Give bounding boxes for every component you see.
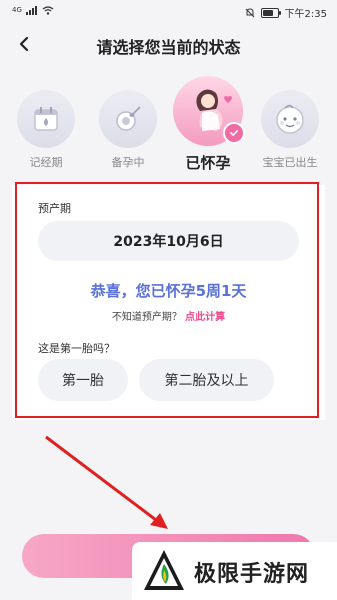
stage-pregnant[interactable]: 已怀孕	[170, 74, 246, 173]
stage-born[interactable]: 宝宝已出生	[252, 74, 328, 170]
due-date-field[interactable]: 2023年10月6日	[38, 221, 299, 261]
option-first-child[interactable]: 第一胎	[38, 359, 128, 401]
sperm-egg-icon	[116, 106, 141, 131]
due-date-label: 预产期	[38, 202, 71, 215]
stage-selector: 记经期 备孕中 已怀孕 宝宝已出生	[0, 74, 337, 174]
wifi-icon	[42, 6, 54, 15]
stage-period-circle	[17, 90, 75, 148]
page-title: 请选择您当前的状态	[96, 38, 241, 57]
congrats-message: 恭喜，您已怀孕5周1天	[90, 282, 247, 300]
signal-label: 4G	[12, 6, 22, 14]
header: 请选择您当前的状态	[0, 28, 337, 62]
stage-born-label: 宝宝已出生	[262, 156, 318, 169]
due-date-hint: 不知道预产期？	[111, 312, 182, 323]
mute-bell-icon	[245, 7, 254, 17]
stage-preparing-label: 备孕中	[111, 156, 145, 169]
stage-born-circle	[261, 90, 319, 148]
calculate-link[interactable]: 点此计算	[185, 312, 225, 323]
selected-check-icon	[223, 122, 245, 144]
baby-face-icon	[276, 104, 304, 134]
stage-period-label: 记经期	[29, 156, 63, 169]
due-date-hint-row: 不知道预产期？ 点此计算	[0, 308, 337, 323]
stage-period[interactable]: 记经期	[8, 74, 84, 170]
first-child-question: 这是第一胎吗？	[38, 342, 115, 355]
stage-pregnant-circle	[173, 76, 245, 146]
battery-icon	[260, 7, 281, 18]
watermark-text: 极限手游网	[194, 562, 310, 587]
stage-preparing-circle	[99, 90, 157, 148]
option-second-or-more[interactable]: 第二胎及以上	[139, 359, 274, 401]
clock-time: 下午2:35	[284, 9, 327, 20]
status-bar: 4G 下午2:35	[0, 0, 337, 24]
watermark-logo-icon	[144, 550, 184, 590]
watermark-badge: 极限手游网	[132, 542, 337, 600]
signal-icon	[25, 6, 37, 15]
stage-pregnant-label: 已怀孕	[185, 154, 231, 172]
calendar-drop-icon	[34, 107, 58, 131]
stage-preparing[interactable]: 备孕中	[90, 74, 166, 170]
